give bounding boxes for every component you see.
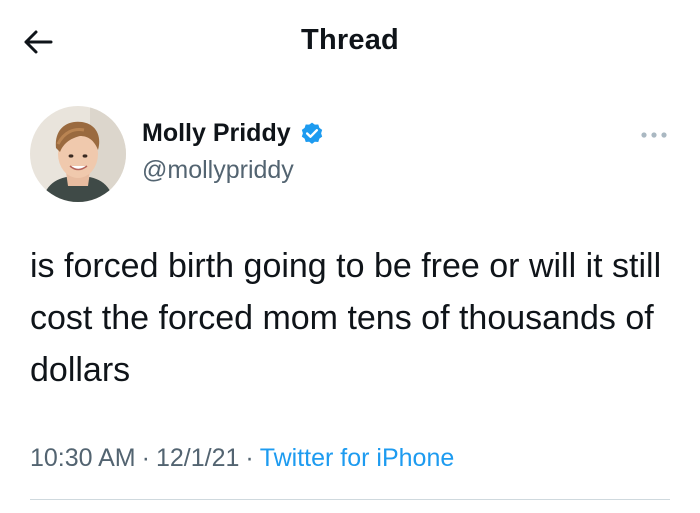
display-name-text: Molly Priddy bbox=[142, 119, 291, 147]
meta-separator: · bbox=[245, 444, 254, 472]
verified-badge-icon bbox=[301, 122, 322, 144]
page-title: Thread bbox=[301, 24, 399, 56]
more-options-button[interactable] bbox=[634, 122, 674, 148]
tweet-source-link[interactable]: Twitter for iPhone bbox=[260, 444, 455, 472]
top-bar: Thread bbox=[0, 0, 700, 84]
tweet-date[interactable]: 12/1/21 bbox=[156, 444, 239, 472]
divider bbox=[30, 499, 670, 500]
tweet-text: is forced birth going to be free or will… bbox=[30, 247, 662, 389]
avatar[interactable] bbox=[30, 106, 126, 202]
more-horizontal-icon bbox=[641, 132, 667, 138]
avatar-photo bbox=[30, 106, 126, 202]
author-handle[interactable]: @mollypriddy bbox=[142, 156, 294, 185]
meta-separator: · bbox=[141, 444, 150, 472]
tweet-metadata: 10:30 AM · 12/1/21 · Twitter for iPhone bbox=[30, 444, 454, 473]
tweet-time[interactable]: 10:30 AM bbox=[30, 444, 136, 472]
author-name[interactable]: Molly Priddy bbox=[142, 119, 325, 148]
